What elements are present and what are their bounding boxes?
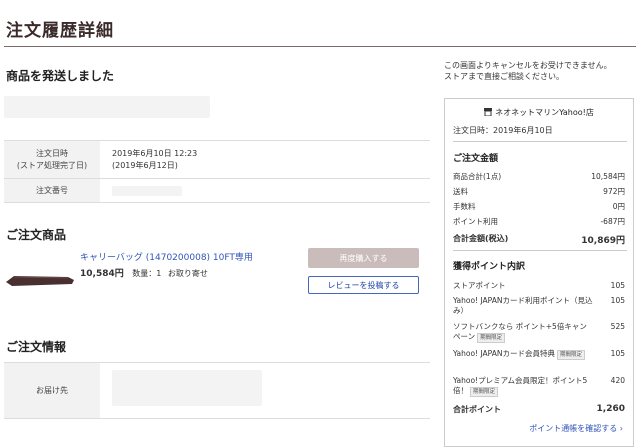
total-label: 合計金額(税込) (453, 234, 509, 243)
points-label: ストアポイント (453, 281, 506, 290)
amount-label: ポイント利用 (453, 217, 498, 226)
points-row: Yahoo! JAPANカード利用ポイント（見込み） 105 (453, 296, 625, 316)
order-date-label: 注文日時 (ストア処理完了日) (4, 141, 100, 178)
store-name-text: ネオネットマリンYahoo!店 (495, 108, 594, 117)
title-divider (4, 46, 636, 47)
limited-tag: 期間限定 (470, 387, 499, 397)
amount-label: 送料 (453, 187, 468, 196)
ship-to-value (100, 363, 430, 418)
amount-value: 972円 (603, 187, 625, 196)
order-info-heading: ご注文情報 (6, 340, 67, 354)
amount-value: 10,584円 (591, 172, 625, 181)
order-summary-sidebar: この画面よりキャンセルをお受けできません。 ストアまで直接ご相談ください。 ネオ… (444, 60, 636, 447)
points-value: 525 (610, 322, 625, 331)
limited-tag: 期間限定 (556, 350, 585, 360)
order-date-value: 2019年6月10日 12:23 (2019年6月12日) (100, 141, 430, 178)
amount-fee: 手数料 0円 (453, 201, 625, 212)
order-date-label-text: 注文日時 (36, 148, 68, 158)
points-label: Yahoo! JAPANカード利用ポイント（見込み） (453, 296, 593, 315)
order-datetime: 2019年6月10日 12:23 (112, 149, 198, 158)
amount-label: 手数料 (453, 202, 476, 211)
redacted-block (4, 96, 210, 118)
divider (453, 250, 627, 251)
divider (453, 141, 627, 142)
points-label-text: ソフトバンクなら ポイント+5倍キャンペーン (453, 322, 587, 341)
points-value: 105 (610, 349, 625, 358)
amount-points-used: ポイント利用 -687円 (453, 216, 625, 227)
points-value: 105 (610, 296, 625, 305)
shipping-status-heading: 商品を発送しました (6, 69, 115, 83)
amount-total: 合計金額(税込) 10,869円 (453, 233, 625, 246)
total-value: 10,869円 (581, 236, 625, 246)
store-name[interactable]: ネオネットマリンYahoo!店 (445, 107, 633, 118)
points-total-label: 合計ポイント (453, 405, 501, 414)
points-label: Yahoo! JAPANカード会員特典 期間限定 (453, 349, 593, 360)
order-date-row: 注文日時 (ストア処理完了日) 2019年6月10日 12:23 (2019年6… (4, 141, 430, 179)
order-number-label: 注文番号 (4, 179, 100, 202)
points-label: Yahoo!プレミアム会員限定！ポイント5倍！ 期間限定 (453, 376, 593, 397)
store-completed-date: (2019年6月12日) (112, 161, 178, 170)
carry-bag-image[interactable] (6, 274, 74, 288)
product-price: 10,584円 (80, 269, 124, 279)
rebuy-button[interactable]: 再度購入する (308, 248, 419, 268)
amount-label: 商品合計(1点) (453, 172, 502, 181)
cancel-note-line2: ストアまで直接ご相談ください。 (444, 72, 564, 81)
page-title: 注文履歴詳細 (6, 21, 114, 41)
ship-to-row: お届け先 (4, 363, 430, 419)
points-row: ソフトバンクなら ポイント+5倍キャンペーン 期間限定 525 (453, 322, 625, 343)
amount-value: -687円 (600, 217, 625, 226)
products-heading: ご注文商品 (6, 228, 67, 242)
points-value: 420 (610, 376, 625, 385)
order-number-row: 注文番号 (4, 179, 430, 203)
amount-heading: ご注文金額 (453, 154, 499, 164)
points-row: Yahoo! JAPANカード会員特典 期間限定 105 (453, 349, 625, 360)
limited-tag: 期間限定 (477, 333, 506, 343)
product-meta: 10,584円 数量：1 お取り寄せ (80, 266, 208, 279)
order-number-value (100, 179, 430, 202)
points-value: 105 (610, 281, 625, 290)
points-heading: 獲得ポイント内訳 (453, 262, 526, 272)
cancel-note-line1: この画面よりキャンセルをお受けできません。 (444, 61, 612, 70)
summary-order-date: 注文日時：2019年6月10日 (453, 126, 553, 135)
points-history-link[interactable]: ポイント通帳を確認する › (529, 423, 623, 434)
cancel-note: この画面よりキャンセルをお受けできません。 ストアまで直接ご相談ください。 (444, 60, 636, 82)
points-total: 合計ポイント 1,260 (453, 404, 625, 415)
product-quantity: 数量：1 (132, 269, 162, 278)
summary-box: ネオネットマリンYahoo!店 注文日時：2019年6月10日 ご注文金額 商品… (444, 98, 634, 447)
amount-value: 0円 (612, 202, 625, 211)
shipping-table: お届け先 (4, 362, 430, 419)
product-item: キャリーバッグ (1470200008) 10FT専用 10,584円 数量：1… (4, 246, 430, 296)
product-stock: お取り寄せ (167, 269, 208, 278)
points-total-value: 1,260 (596, 404, 625, 414)
order-info-table: 注文日時 (ストア処理完了日) 2019年6月10日 12:23 (2019年6… (4, 140, 430, 203)
points-label: ソフトバンクなら ポイント+5倍キャンペーン 期間限定 (453, 322, 593, 343)
product-name-link[interactable]: キャリーバッグ (1470200008) 10FT専用 (80, 250, 253, 263)
points-row: Yahoo!プレミアム会員限定！ポイント5倍！ 期間限定 420 (453, 376, 625, 397)
store-icon (484, 108, 493, 116)
amount-shipping: 送料 972円 (453, 186, 625, 197)
store-completed-label-text: (ストア処理完了日) (16, 160, 88, 170)
redacted-order-number (112, 186, 182, 196)
post-review-button[interactable]: レビューを投稿する (308, 276, 419, 294)
ship-to-label: お届け先 (4, 363, 100, 418)
redacted-address (112, 370, 262, 406)
points-row: ストアポイント 105 (453, 281, 625, 291)
amount-subtotal: 商品合計(1点) 10,584円 (453, 171, 625, 182)
points-label-text: Yahoo! JAPANカード会員特典 (453, 349, 555, 358)
